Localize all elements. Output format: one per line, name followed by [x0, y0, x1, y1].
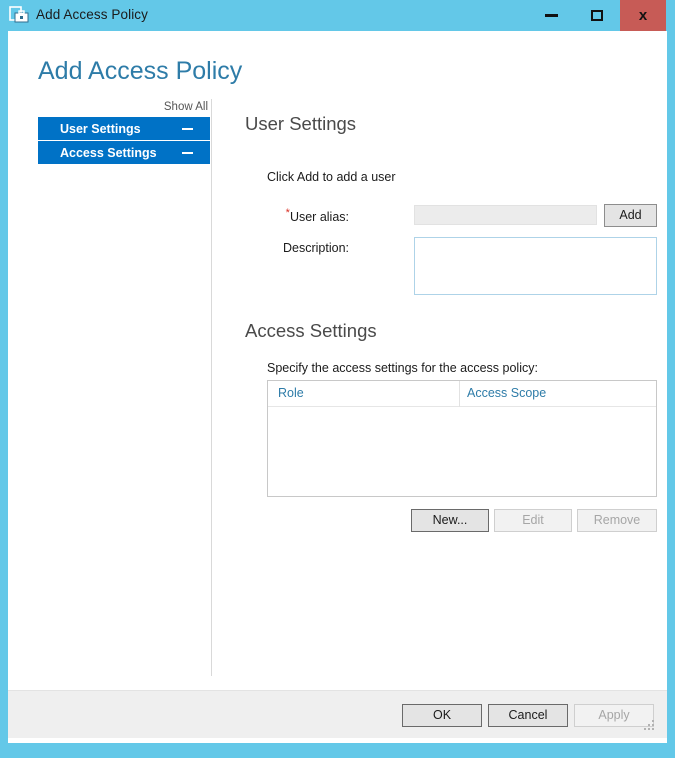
- minimize-icon: [544, 14, 558, 17]
- table-body-empty[interactable]: [268, 407, 656, 497]
- user-alias-label: *User alias:: [253, 207, 349, 224]
- minus-icon[interactable]: [182, 127, 193, 130]
- add-access-policy-window: Add Access Policy x Add Access Policy Sh…: [0, 0, 675, 758]
- title-bar[interactable]: Add Access Policy x: [0, 0, 675, 31]
- description-label: Description:: [283, 241, 349, 255]
- access-settings-instruction: Specify the access settings for the acce…: [267, 361, 538, 375]
- policy-toolbox-icon: [9, 6, 29, 25]
- show-all-link[interactable]: Show All: [38, 101, 210, 113]
- resize-grip-icon[interactable]: [644, 720, 655, 731]
- sidebar-item-user-settings[interactable]: User Settings: [38, 117, 210, 140]
- column-header-role[interactable]: Role: [278, 386, 304, 400]
- section-navigation: Show All User Settings Access Settings: [38, 101, 210, 165]
- maximize-button[interactable]: [574, 0, 620, 31]
- page-title: Add Access Policy: [38, 57, 243, 85]
- edit-access-setting-button: Edit: [494, 509, 572, 532]
- window-controls: x: [528, 0, 666, 31]
- new-access-setting-button[interactable]: New...: [411, 509, 489, 532]
- close-button[interactable]: x: [620, 0, 666, 31]
- sidebar-item-access-settings[interactable]: Access Settings: [38, 141, 210, 164]
- vertical-divider: [211, 99, 212, 676]
- user-settings-heading: User Settings: [245, 113, 357, 134]
- cancel-button[interactable]: Cancel: [488, 704, 568, 727]
- user-settings-instruction: Click Add to add a user: [267, 170, 396, 184]
- column-separator: [459, 381, 460, 407]
- dialog-client-area: Add Access Policy Show All User Settings…: [8, 31, 667, 743]
- sidebar-item-label: Access Settings: [60, 145, 157, 160]
- ok-button[interactable]: OK: [402, 704, 482, 727]
- close-icon: x: [638, 7, 648, 24]
- maximize-icon: [591, 10, 603, 21]
- minus-icon[interactable]: [182, 151, 193, 154]
- access-settings-heading: Access Settings: [245, 320, 377, 341]
- window-title: Add Access Policy: [36, 7, 149, 22]
- column-header-access-scope[interactable]: Access Scope: [467, 386, 546, 400]
- access-settings-table[interactable]: Role Access Scope: [267, 380, 657, 497]
- table-header-row: Role Access Scope: [268, 381, 656, 407]
- remove-access-setting-button: Remove: [577, 509, 657, 532]
- minimize-button[interactable]: [528, 0, 574, 31]
- sidebar-item-label: User Settings: [60, 121, 141, 136]
- description-textarea[interactable]: [414, 237, 657, 295]
- dialog-footer: OK Cancel Apply: [8, 690, 667, 738]
- user-alias-input[interactable]: [414, 205, 597, 225]
- add-user-button[interactable]: Add: [604, 204, 657, 227]
- user-alias-label-text: User alias:: [289, 210, 349, 225]
- apply-button: Apply: [574, 704, 654, 727]
